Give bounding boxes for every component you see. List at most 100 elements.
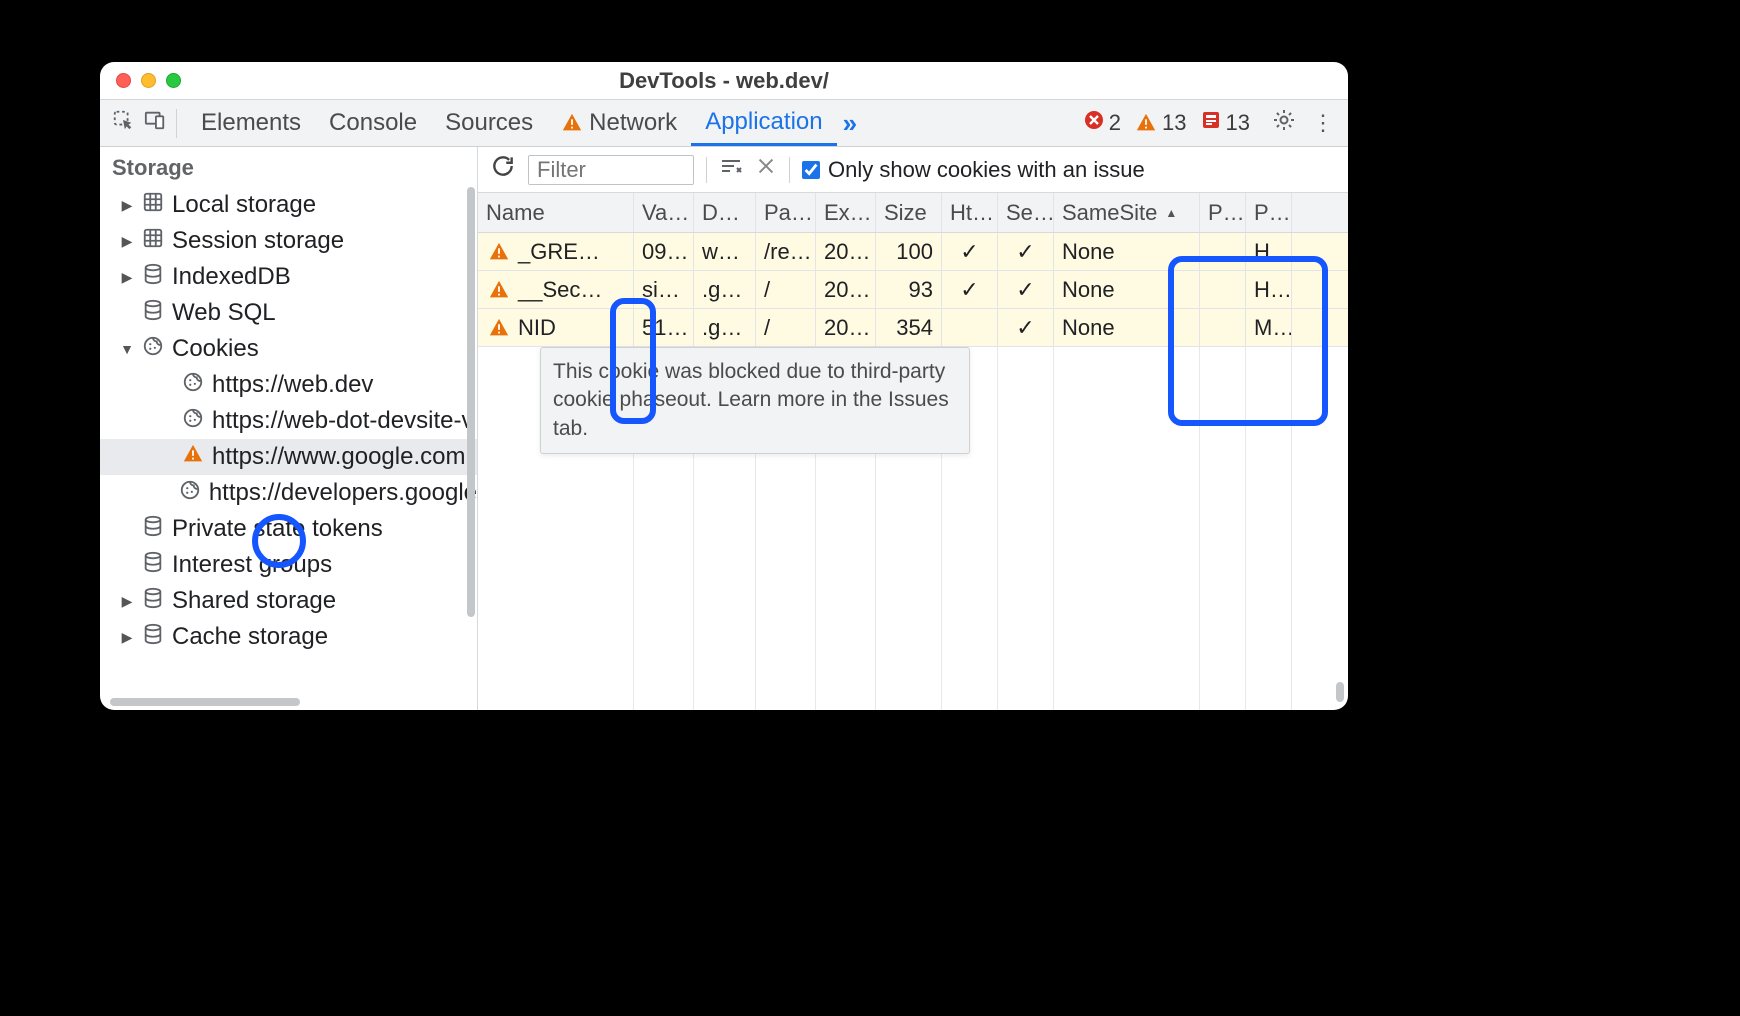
sidebar-item[interactable]: ▶https://www.google.com	[100, 439, 477, 475]
column-header[interactable]: Size	[876, 193, 942, 232]
tab-sources[interactable]: Sources	[431, 100, 547, 146]
reload-icon[interactable]	[490, 153, 516, 186]
sidebar-item-label: Cache storage	[172, 623, 328, 651]
issues-icon	[1201, 110, 1221, 136]
column-header[interactable]: P…	[1246, 193, 1292, 232]
cell: ✓	[942, 271, 998, 308]
sidebar-scrollbar[interactable]	[467, 187, 475, 617]
cell: ✓	[998, 271, 1054, 308]
table-row[interactable]: __Sec…si….g…/20…93✓✓NoneH…	[478, 271, 1348, 309]
tab-console[interactable]: Console	[315, 100, 431, 146]
cell: ✓	[998, 233, 1054, 270]
cell: H…	[1246, 233, 1292, 270]
sidebar-item-label: IndexedDB	[172, 263, 291, 291]
cell: None	[1054, 309, 1200, 346]
cell: .g…	[694, 309, 756, 346]
cell: 354	[876, 309, 942, 346]
warning-count[interactable]: 13	[1135, 110, 1186, 136]
sidebar-item[interactable]: ▶ Local storage	[100, 187, 477, 223]
sidebar-item-label: Shared storage	[172, 587, 336, 615]
sidebar-item-label: Session storage	[172, 227, 344, 255]
warning-icon	[182, 443, 204, 472]
tabs-overflow-button[interactable]: »	[837, 108, 863, 139]
column-header[interactable]: D…	[694, 193, 756, 232]
db-icon	[142, 623, 164, 652]
cell: __Sec…	[478, 271, 634, 308]
cookies-table: NameVa…D…Pa…Ex…SizeHt…Se…SameSiteP…P… _G…	[478, 193, 1348, 710]
warning-icon	[1135, 112, 1157, 134]
filter-input[interactable]	[528, 155, 694, 185]
cookies-panel: Only show cookies with an issue NameVa…D…	[478, 147, 1348, 710]
column-header[interactable]: P…	[1200, 193, 1246, 232]
cell	[1200, 233, 1246, 270]
table-row[interactable]: NID51….g…/20…354✓NoneM…	[478, 309, 1348, 347]
db-icon	[142, 515, 164, 544]
tab-network[interactable]: Network	[547, 100, 691, 146]
cell: 51…	[634, 309, 694, 346]
sidebar-hscrollbar[interactable]	[110, 698, 300, 706]
tree-caret-icon: ▶	[120, 269, 134, 286]
window-minimize-button[interactable]	[141, 73, 156, 88]
cookie-icon	[182, 371, 204, 400]
cookie-blocked-tooltip: This cookie was blocked due to third-par…	[540, 347, 970, 454]
sidebar-item[interactable]: ▶Web SQL	[100, 295, 477, 331]
cookies-toolbar: Only show cookies with an issue	[478, 147, 1348, 193]
db-icon	[142, 299, 164, 328]
cell: 20…	[816, 309, 876, 346]
sidebar-item[interactable]: ▶Cache storage	[100, 619, 477, 655]
sidebar-item-label: https://web.dev	[212, 371, 373, 399]
sidebar-item-label: Local storage	[172, 191, 316, 219]
sidebar-item[interactable]: ▶ Session storage	[100, 223, 477, 259]
grid-icon	[142, 191, 164, 220]
issues-count[interactable]: 13	[1201, 110, 1250, 136]
clear-all-icon[interactable]	[755, 155, 777, 184]
sidebar-item[interactable]: ▶https://developers.google	[100, 475, 477, 511]
sidebar-item[interactable]: ▶https://web-dot-devsite-v	[100, 403, 477, 439]
cell: ✓	[998, 309, 1054, 346]
cell: /re…	[756, 233, 816, 270]
table-scrollbar[interactable]	[1336, 682, 1344, 702]
column-header[interactable]: Ht…	[942, 193, 998, 232]
sidebar-item[interactable]: ▶Private state tokens	[100, 511, 477, 547]
sidebar-item[interactable]: ▶Shared storage	[100, 583, 477, 619]
sidebar-item-label: Web SQL	[172, 299, 276, 327]
window-controls	[100, 73, 181, 88]
kebab-icon[interactable]: ⋮	[1312, 110, 1334, 136]
cell: w…	[694, 233, 756, 270]
cell: 93	[876, 271, 942, 308]
sidebar-item[interactable]: ▶https://web.dev	[100, 367, 477, 403]
tab-application[interactable]: Application	[691, 100, 836, 146]
cell: M…	[1246, 309, 1292, 346]
tree-caret-icon: ▶	[120, 233, 134, 250]
column-header[interactable]: Name	[478, 193, 634, 232]
error-count[interactable]: 2	[1084, 110, 1121, 136]
column-header[interactable]: Ex…	[816, 193, 876, 232]
sidebar-item[interactable]: ▼Cookies	[100, 331, 477, 367]
cell: None	[1054, 233, 1200, 270]
table-row[interactable]: _GRE…09…w…/re…20…100✓✓NoneH…	[478, 233, 1348, 271]
application-sidebar: Storage ▶Local storage▶Session storage▶I…	[100, 147, 478, 710]
device-toolbar-icon[interactable]	[144, 109, 166, 138]
column-header[interactable]: Va…	[634, 193, 694, 232]
inspect-icon[interactable]	[112, 109, 134, 138]
sidebar-item[interactable]: ▶ IndexedDB	[100, 259, 477, 295]
tree-caret-icon: ▶	[120, 197, 134, 214]
column-header[interactable]: Pa…	[756, 193, 816, 232]
window-zoom-button[interactable]	[166, 73, 181, 88]
only-issue-checkbox[interactable]: Only show cookies with an issue	[802, 157, 1145, 183]
window-close-button[interactable]	[116, 73, 131, 88]
clear-filter-icon[interactable]	[719, 154, 743, 185]
sidebar-item[interactable]: ▶Interest groups	[100, 547, 477, 583]
warning-icon	[488, 241, 510, 263]
cell	[1200, 309, 1246, 346]
sidebar-item-label: Private state tokens	[172, 515, 383, 543]
cell: ✓	[942, 233, 998, 270]
cell: 100	[876, 233, 942, 270]
tab-elements[interactable]: Elements	[187, 100, 315, 146]
column-header[interactable]: SameSite	[1054, 193, 1200, 232]
cell: 20…	[816, 271, 876, 308]
tree-caret-icon: ▼	[120, 341, 134, 357]
column-header[interactable]: Se…	[998, 193, 1054, 232]
cell: None	[1054, 271, 1200, 308]
gear-icon[interactable]	[1272, 108, 1296, 138]
